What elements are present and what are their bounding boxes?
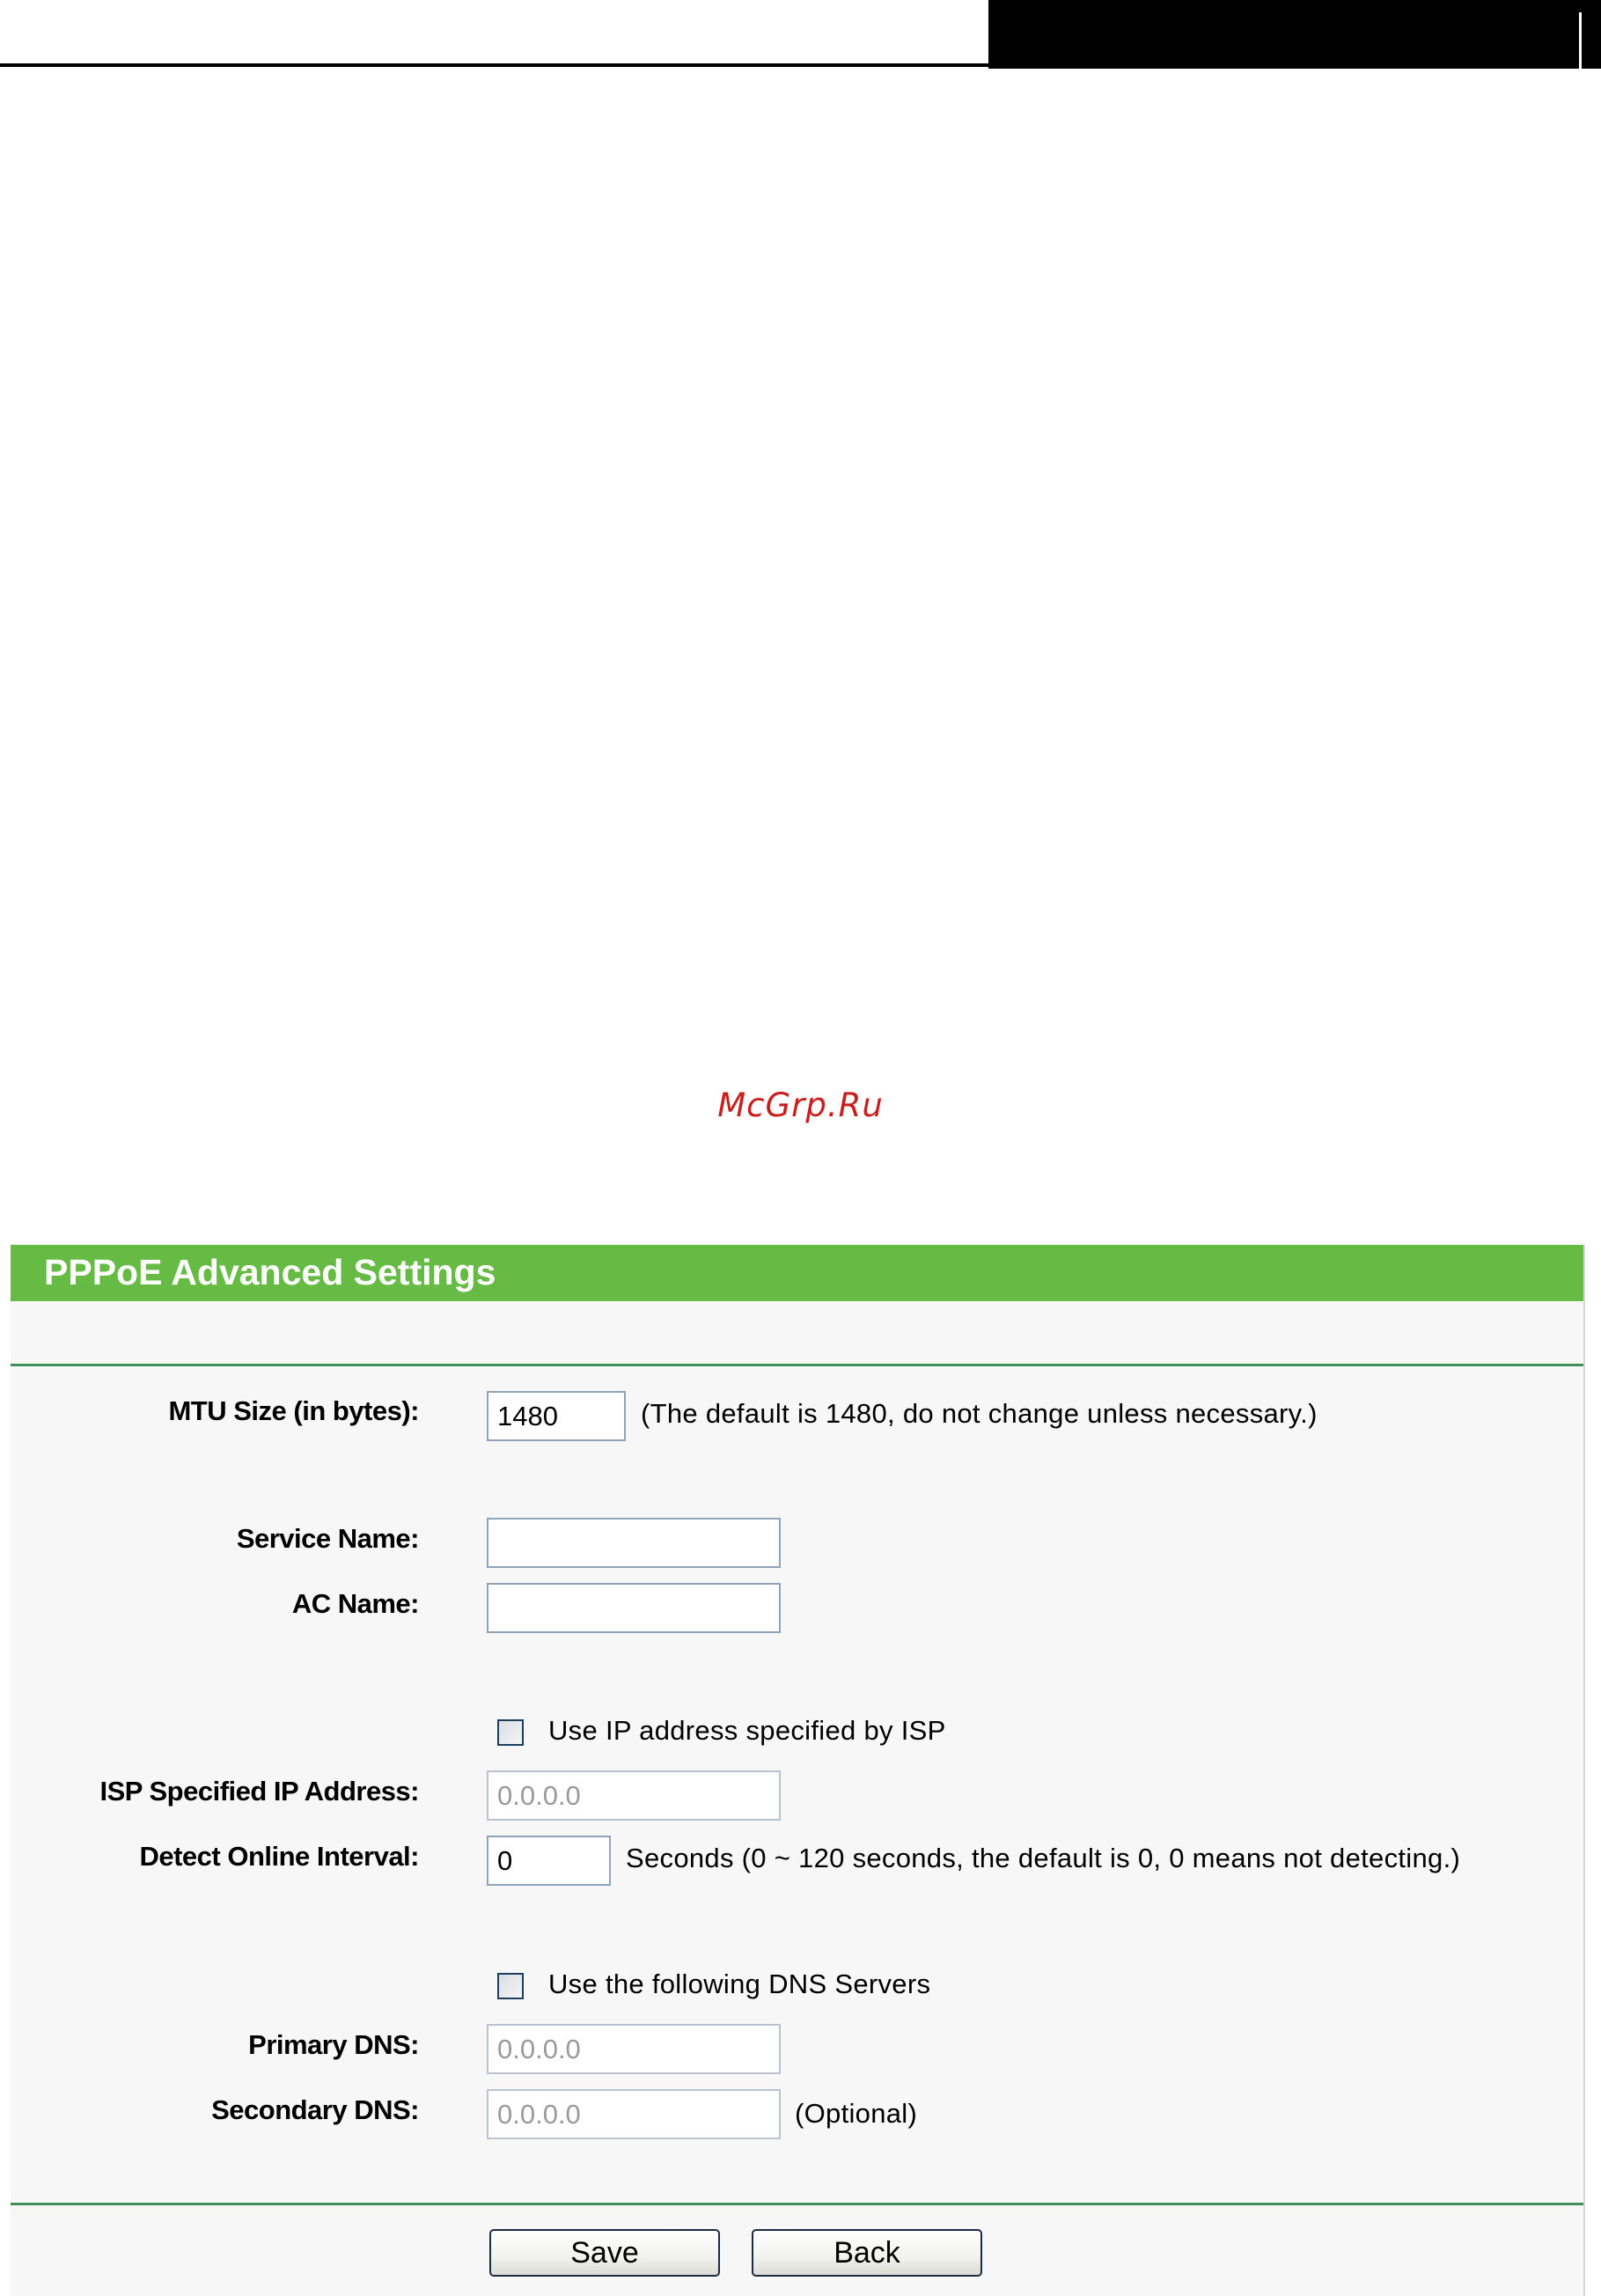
isp-ip-input[interactable]: 0.0.0.0 — [487, 1770, 781, 1821]
mtu-size-input[interactable]: 1480 — [487, 1391, 626, 1441]
pppoe-advanced-settings-panel: PPPoE Advanced Settings MTU Size (in byt… — [11, 1245, 1585, 2296]
header-block-edge — [1579, 12, 1582, 69]
header-rule — [0, 63, 999, 67]
use-isp-ip-label: Use IP address specified by ISP — [548, 1715, 946, 1746]
secondary-dns-optional-note: (Optional) — [795, 2098, 918, 2129]
watermark: McGrp.Ru — [717, 1086, 884, 1124]
ac-name-input[interactable] — [487, 1583, 781, 1633]
secondary-dns-input[interactable]: 0.0.0.0 — [487, 2089, 781, 2139]
header-black-block — [988, 0, 1601, 69]
back-button[interactable]: Back — [752, 2229, 982, 2277]
primary-dns-input[interactable]: 0.0.0.0 — [487, 2024, 781, 2074]
detect-interval-input[interactable]: 0 — [487, 1836, 611, 1886]
mtu-size-note: (The default is 1480, do not change unle… — [641, 1398, 1318, 1429]
use-isp-ip-checkbox[interactable] — [497, 1719, 524, 1746]
use-dns-label: Use the following DNS Servers — [548, 1969, 931, 1999]
mtu-size-label: MTU Size (in bytes): — [168, 1395, 419, 1426]
isp-ip-label: ISP Specified IP Address: — [99, 1776, 419, 1807]
save-button[interactable]: Save — [489, 2229, 720, 2277]
ac-name-label: AC Name: — [291, 1588, 420, 1619]
top-divider — [11, 1364, 1583, 1366]
primary-dns-label: Primary DNS: — [248, 2029, 419, 2060]
secondary-dns-label: Secondary DNS: — [211, 2094, 419, 2125]
service-name-input[interactable] — [487, 1518, 781, 1568]
panel-title-bar: PPPoE Advanced Settings — [11, 1245, 1583, 1301]
detect-interval-note: Seconds (0 ~ 120 seconds, the default is… — [626, 1843, 1461, 1873]
service-name-label: Service Name: — [236, 1523, 420, 1554]
use-dns-checkbox[interactable] — [497, 1973, 524, 1999]
panel-title: PPPoE Advanced Settings — [44, 1252, 496, 1292]
bottom-divider — [11, 2203, 1583, 2205]
detect-interval-label: Detect Online Interval: — [139, 1841, 419, 1872]
